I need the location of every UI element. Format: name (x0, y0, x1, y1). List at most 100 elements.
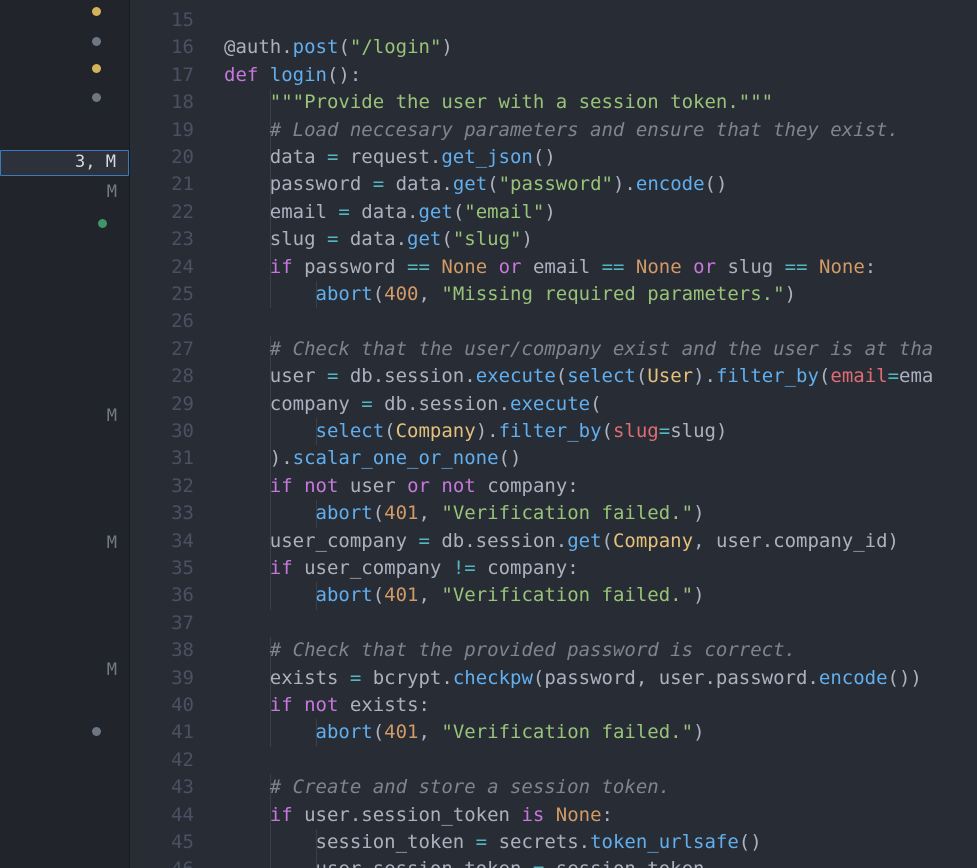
code-token: ( (373, 584, 384, 606)
line-number[interactable]: 21 (154, 171, 194, 198)
code-line[interactable]: slug = data.get("slug") (224, 226, 533, 253)
code-token: request. (338, 146, 441, 168)
code-token: select (316, 420, 385, 442)
line-number[interactable]: 19 (154, 117, 194, 144)
code-token: not (304, 475, 338, 497)
code-line[interactable]: user.session_token = session_token (224, 856, 704, 868)
line-number[interactable]: 32 (154, 473, 194, 500)
code-line[interactable]: abort(401, "Verification failed.") (224, 500, 705, 527)
code-line[interactable]: # Create and store a session token. (224, 774, 670, 801)
code-token: = (659, 420, 670, 442)
line-number[interactable]: 17 (154, 62, 194, 89)
line-number[interactable]: 41 (154, 719, 194, 746)
code-line[interactable]: if password == None or email == None or … (224, 254, 876, 281)
sidebar-item[interactable]: M (0, 404, 129, 430)
code-line[interactable]: data = request.get_json() (224, 144, 556, 171)
code-token (224, 694, 270, 716)
sidebar-item[interactable]: M (0, 531, 129, 557)
code-line[interactable]: # Check that the user/company exist and … (224, 336, 933, 363)
code-token: None (441, 256, 487, 278)
code-token: "Verification failed." (441, 584, 693, 606)
code-line[interactable]: password = data.get("password").encode() (224, 171, 727, 198)
code-line[interactable]: if user.session_token is None: (224, 802, 613, 829)
code-token: company: (476, 557, 579, 579)
sidebar-item[interactable]: 3, M (0, 150, 129, 176)
code-line[interactable]: company = db.session.execute( (224, 391, 602, 418)
code-line[interactable]: exists = bcrypt.checkpw(password, user.p… (224, 665, 922, 692)
code-line[interactable]: select(Company).filter_by(slug=slug) (224, 418, 727, 445)
line-number[interactable]: 44 (154, 802, 194, 829)
line-number[interactable]: 46 (154, 856, 194, 868)
code-token: email (830, 365, 887, 387)
code-line[interactable]: session_token = secrets.token_urlsafe() (224, 829, 762, 856)
code-line[interactable]: """Provide the user with a session token… (224, 89, 773, 116)
sidebar-item[interactable]: M (0, 658, 129, 684)
line-number[interactable]: 35 (154, 555, 194, 582)
line-number-gutter[interactable]: 1516171819202122232425262728293031323334… (130, 0, 212, 868)
code-line[interactable]: # Load neccesary parameters and ensure t… (224, 117, 899, 144)
code-line[interactable]: # Check that the provided password is co… (224, 637, 796, 664)
code-token: password (293, 256, 407, 278)
line-number[interactable]: 30 (154, 418, 194, 445)
sidebar-status-dot (92, 7, 101, 16)
line-number[interactable]: 27 (154, 336, 194, 363)
line-number[interactable]: 37 (154, 610, 194, 637)
line-number[interactable]: 29 (154, 391, 194, 418)
code-line[interactable]: abort(401, "Verification failed.") (224, 719, 705, 746)
code-token: db.session. (430, 530, 567, 552)
line-number[interactable]: 18 (154, 89, 194, 116)
explorer-sidebar[interactable]: 3, M M M M M (0, 0, 130, 868)
code-token: db.session. (373, 393, 510, 415)
code-token: , user.company_id) (693, 530, 899, 552)
line-number[interactable]: 22 (154, 199, 194, 226)
line-number[interactable]: 28 (154, 363, 194, 390)
code-token (224, 283, 316, 305)
line-number[interactable]: 20 (154, 144, 194, 171)
code-line[interactable]: user_company = db.session.get(Company, u… (224, 528, 899, 555)
line-number[interactable]: 34 (154, 528, 194, 555)
line-number[interactable]: 38 (154, 637, 194, 664)
code-token: or (407, 475, 430, 497)
line-number[interactable]: 25 (154, 281, 194, 308)
code-token: or (499, 256, 522, 278)
sidebar-item[interactable]: M (0, 180, 129, 206)
line-number[interactable]: 31 (154, 445, 194, 472)
code-line[interactable]: ).scalar_one_or_none() (224, 445, 521, 472)
code-token: ( (373, 502, 384, 524)
line-number[interactable]: 40 (154, 692, 194, 719)
code-token: get (418, 201, 452, 223)
code-token: "password" (499, 173, 613, 195)
code-token: ) (693, 502, 704, 524)
code-line[interactable]: @auth.post("/login") (224, 34, 453, 61)
line-number[interactable]: 45 (154, 829, 194, 856)
line-number[interactable]: 24 (154, 254, 194, 281)
line-number[interactable]: 43 (154, 774, 194, 801)
code-line[interactable]: abort(401, "Verification failed.") (224, 582, 705, 609)
code-token: = (533, 858, 544, 868)
line-number[interactable]: 26 (154, 308, 194, 335)
code-line[interactable]: abort(400, "Missing required parameters.… (224, 281, 796, 308)
line-number[interactable]: 36 (154, 582, 194, 609)
code-token: "slug" (453, 228, 522, 250)
code-token: ( (487, 173, 498, 195)
code-token (293, 694, 304, 716)
line-number[interactable]: 33 (154, 500, 194, 527)
code-token: != (453, 557, 476, 579)
line-number[interactable]: 15 (154, 7, 194, 34)
code-line[interactable]: if not exists: (224, 692, 430, 719)
code-token: ( (556, 365, 567, 387)
code-token (430, 475, 441, 497)
code-token (808, 256, 819, 278)
code-line[interactable]: if user_company != company: (224, 555, 579, 582)
code-line[interactable]: user = db.session.execute(select(User).f… (224, 363, 933, 390)
line-number[interactable]: 42 (154, 747, 194, 774)
line-number[interactable]: 23 (154, 226, 194, 253)
code-area[interactable]: @auth.post("/login")def login(): """Prov… (212, 0, 977, 868)
code-token: : (865, 256, 876, 278)
code-line[interactable]: email = data.get("email") (224, 199, 556, 226)
line-number[interactable]: 39 (154, 665, 194, 692)
line-number[interactable]: 16 (154, 34, 194, 61)
code-line[interactable]: def login(): (224, 62, 361, 89)
code-token: if (270, 557, 293, 579)
code-line[interactable]: if not user or not company: (224, 473, 579, 500)
